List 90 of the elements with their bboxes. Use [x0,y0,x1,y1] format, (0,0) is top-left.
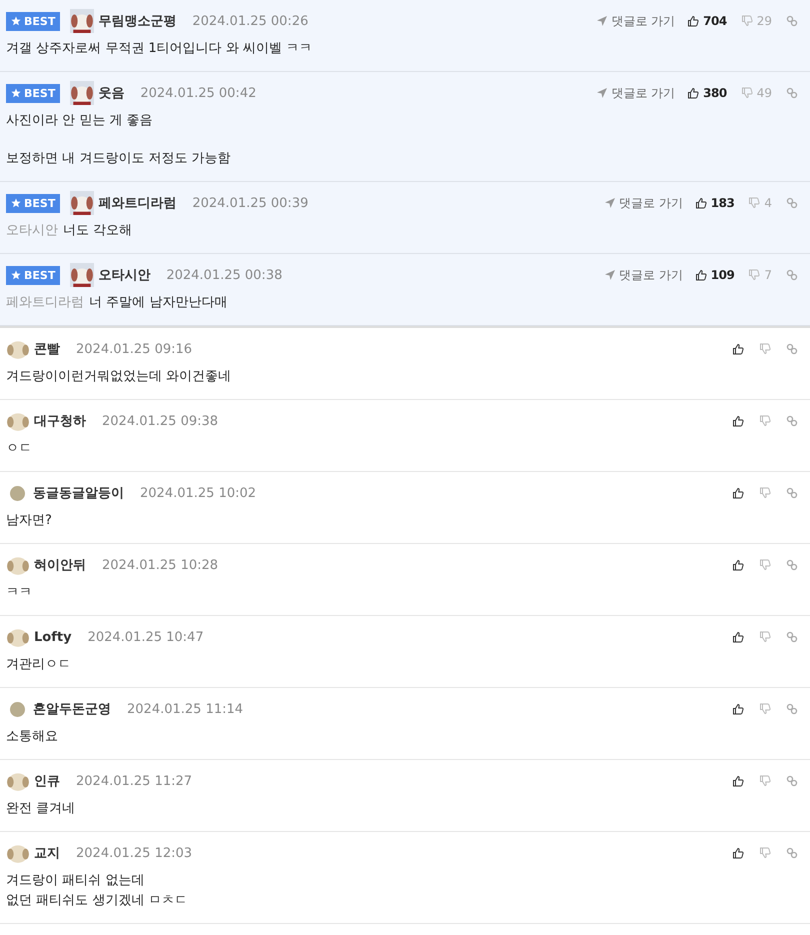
link-icon[interactable] [786,15,798,27]
dislike-icon[interactable] [759,703,771,715]
comment-time: 2024.01.25 09:38 [102,414,218,428]
like-button[interactable]: 704 [687,14,727,28]
author-name[interactable]: 대구청하 [34,412,86,430]
thumbs-up-icon [687,87,700,99]
author-name[interactable]: 혀이안뒤 [34,556,86,574]
goto-comment-link[interactable]: 댓글로 가기 [604,194,683,212]
link-icon[interactable] [786,87,798,99]
comment-text: 겨드랑이 패티쉬 없는데 [6,873,144,888]
send-icon [604,269,616,281]
comment-time: 2024.01.25 10:47 [88,630,204,644]
comment-time: 2024.01.25 11:14 [127,702,244,716]
best-badge: BEST [6,84,60,102]
comment-time: 2024.01.25 10:02 [140,486,256,500]
comment-text: 남자면? [6,513,52,528]
comment-time: 2024.01.25 09:16 [76,342,192,356]
goto-comment-link[interactable]: 댓글로 가기 [596,12,676,30]
thumbs-down-icon [748,269,760,281]
comment-text: 너 주말에 남자만난다매 [89,295,228,310]
comment-text: 겨갤 상주자로써 무적권 1티어입니다 와 씨이벨 ㅋㅋ [6,41,312,56]
comment-time: 2024.01.25 11:27 [76,774,192,788]
dislike-icon[interactable] [759,775,771,787]
link-icon[interactable] [786,847,798,859]
comment-time: 2024.01.25 00:42 [140,86,256,100]
comment-text: 완전 클겨네 [6,801,76,816]
like-icon[interactable] [732,559,744,571]
like-icon[interactable] [732,847,744,859]
like-icon[interactable] [732,775,744,787]
like-icon[interactable] [732,415,744,427]
dislike-icon[interactable] [759,415,771,427]
best-badge: BEST [6,12,60,30]
dislike-icon[interactable] [759,847,771,859]
comment-text: 없던 패티쉬도 생기겠네 ㅁㅊㄷ [6,893,188,908]
comment-time: 2024.01.25 00:39 [192,196,308,210]
like-icon[interactable] [732,487,744,499]
link-icon[interactable] [786,703,798,715]
thumbs-up-icon [694,197,707,209]
comment-text: 보정하면 내 겨드랑이도 저정도 가능함 [6,151,231,166]
author-name[interactable]: 인큐 [34,772,60,790]
comment-time: 2024.01.25 00:26 [192,14,308,28]
comment-text: ㅋㅋ [6,585,32,600]
link-icon[interactable] [786,269,798,281]
goto-comment-link[interactable]: 댓글로 가기 [596,84,676,102]
link-icon[interactable] [786,343,798,355]
author-name[interactable]: 교지 [34,844,60,862]
comment-text: 소통해요 [6,729,58,744]
thumbs-up-icon [687,15,700,27]
link-icon[interactable] [786,197,798,209]
thumbs-up-icon [694,269,707,281]
like-button[interactable]: 109 [694,268,734,282]
comment-time: 2024.01.25 10:28 [102,558,218,572]
author-name[interactable]: 웃음 [98,84,124,102]
goto-comment-link[interactable]: 댓글로 가기 [604,266,683,284]
author-name[interactable]: 오타시안 [98,266,150,284]
author-name[interactable]: Lofty [34,630,72,644]
comment-text: ㅇㄷ [6,441,32,456]
comment-text: 너도 각오해 [63,223,132,238]
dislike-icon[interactable] [759,487,771,499]
send-icon [596,87,608,99]
thumbs-down-icon [740,15,753,27]
send-icon [604,197,616,209]
comment-text: 겨드랑이이런거뭐없었는데 와이건좋네 [6,369,232,384]
link-icon[interactable] [786,415,798,427]
like-icon[interactable] [732,343,744,355]
link-icon[interactable] [786,487,798,499]
link-icon[interactable] [786,631,798,643]
best-badge: BEST [6,194,60,212]
author-name[interactable]: 혼알두돈군영 [33,700,111,718]
like-button[interactable]: 183 [694,196,734,210]
author-name[interactable]: 콘빨 [34,340,60,358]
best-badge: BEST [6,266,60,284]
thumbs-down-icon [740,87,753,99]
thumbs-down-icon [748,197,760,209]
send-icon [596,15,608,27]
author-name[interactable]: 동글동글알등이 [33,484,124,502]
link-icon[interactable] [786,775,798,787]
like-icon[interactable] [732,703,744,715]
author-name[interactable]: 페와트디라럼 [98,194,176,212]
like-icon[interactable] [732,631,744,643]
like-button[interactable]: 380 [687,86,727,100]
comment-time: 2024.01.25 12:03 [76,846,192,860]
dislike-icon[interactable] [759,343,771,355]
link-icon[interactable] [786,559,798,571]
dislike-icon[interactable] [759,559,771,571]
comment-time: 2024.01.25 00:38 [166,268,282,282]
author-name[interactable]: 무림맹소군평 [98,12,176,30]
dislike-icon[interactable] [759,631,771,643]
comment-text: 겨관리ㅇㄷ [6,657,71,672]
comment-text: 사진이라 안 믿는 게 좋음 [6,113,153,128]
